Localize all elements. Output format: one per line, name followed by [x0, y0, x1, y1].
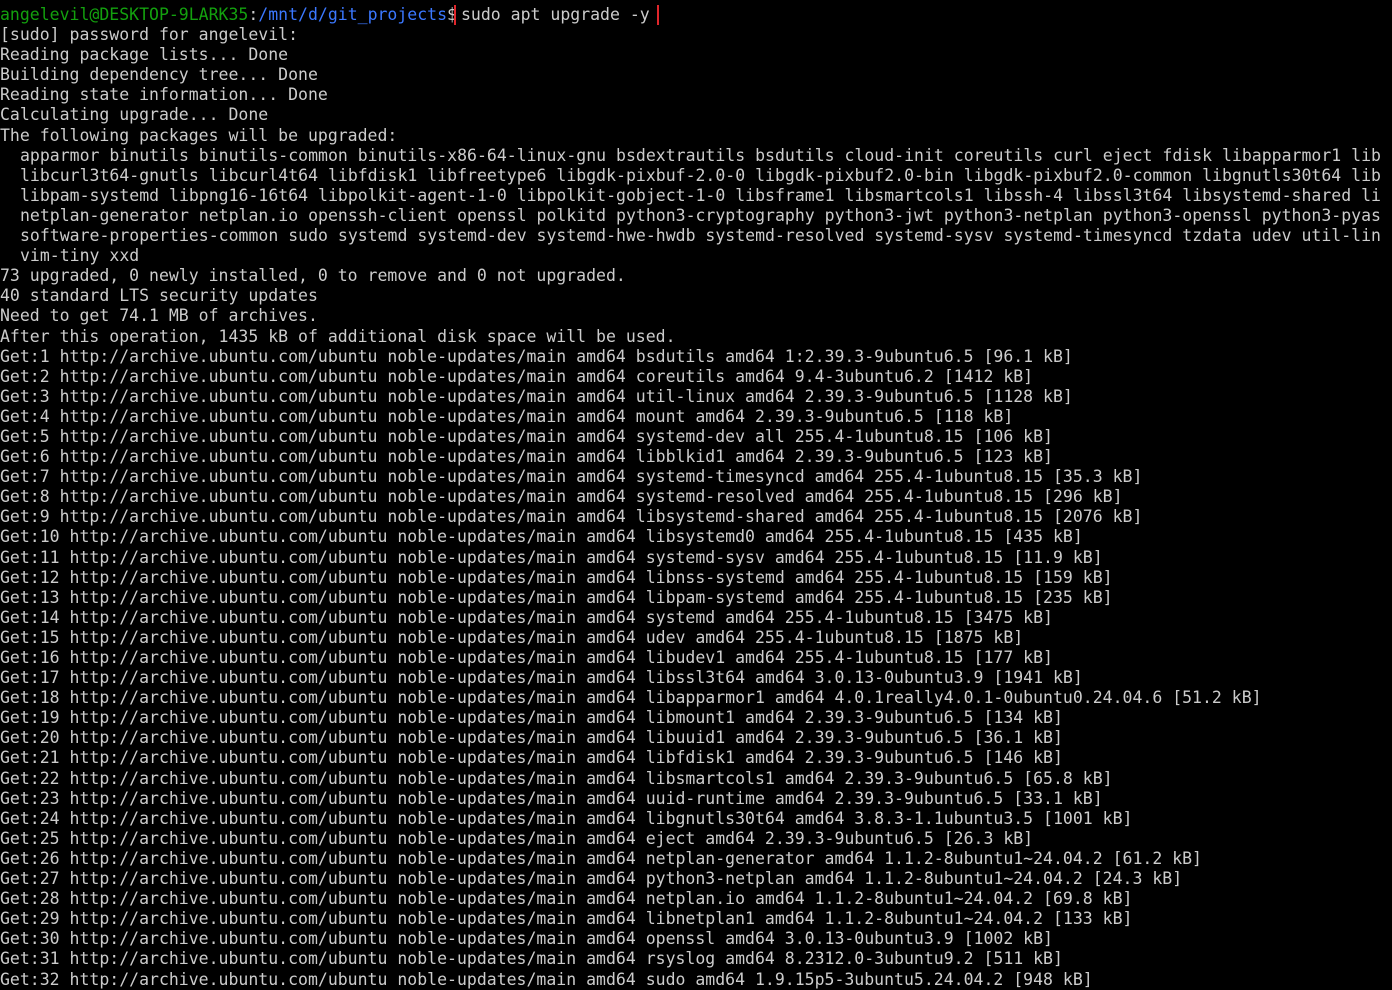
- get-line: Get:4 http://archive.ubuntu.com/ubuntu n…: [0, 406, 1014, 426]
- get-line: Get:25 http://archive.ubuntu.com/ubuntu …: [0, 828, 1034, 848]
- get-line: Get:17 http://archive.ubuntu.com/ubuntu …: [0, 668, 1083, 688]
- upgrade-summary: 73 upgraded, 0 newly installed, 0 to rem…: [0, 266, 1392, 346]
- get-line: Get:28 http://archive.ubuntu.com/ubuntu …: [0, 889, 1133, 909]
- get-line: Get:6 http://archive.ubuntu.com/ubuntu n…: [0, 447, 1053, 467]
- get-line: Get:20 http://archive.ubuntu.com/ubuntu …: [0, 728, 1063, 748]
- download-log: Get:1 http://archive.ubuntu.com/ubuntu n…: [0, 347, 1392, 990]
- get-line: Get:30 http://archive.ubuntu.com/ubuntu …: [0, 929, 1053, 949]
- output-line: Calculating upgrade... Done: [0, 105, 269, 125]
- prompt-dollar: $: [447, 5, 457, 24]
- get-line: Get:3 http://archive.ubuntu.com/ubuntu n…: [0, 386, 1073, 406]
- output-line: Reading state information... Done: [0, 85, 328, 105]
- output-line: Building dependency tree... Done: [0, 65, 318, 85]
- package-line: libcurl3t64-gnutls libcurl4t64 libfdisk1…: [20, 165, 1381, 185]
- output-line: Reading package lists... Done: [0, 45, 289, 65]
- get-line: Get:27 http://archive.ubuntu.com/ubuntu …: [0, 869, 1183, 889]
- get-line: Get:1 http://archive.ubuntu.com/ubuntu n…: [0, 346, 1073, 366]
- get-line: Get:10 http://archive.ubuntu.com/ubuntu …: [0, 527, 1083, 547]
- get-line: Get:9 http://archive.ubuntu.com/ubuntu n…: [0, 507, 1143, 527]
- summary-line: After this operation, 1435 kB of additio…: [0, 326, 676, 346]
- get-line: Get:19 http://archive.ubuntu.com/ubuntu …: [0, 708, 1063, 728]
- get-line: Get:32 http://archive.ubuntu.com/ubuntu …: [0, 969, 1093, 989]
- get-line: Get:31 http://archive.ubuntu.com/ubuntu …: [0, 949, 1063, 969]
- get-line: Get:24 http://archive.ubuntu.com/ubuntu …: [0, 808, 1133, 828]
- output-line: [sudo] password for angelevil:: [0, 25, 299, 45]
- prompt-colon: :: [248, 5, 259, 24]
- package-line: vim-tiny xxd: [20, 246, 140, 266]
- output-line: The following packages will be upgraded:: [0, 125, 398, 145]
- summary-line: 40 standard LTS security updates: [0, 286, 318, 306]
- package-line: libpam-systemd libpng16-16t64 libpolkit-…: [20, 185, 1381, 205]
- output-block: [sudo] password for angelevil: Reading pa…: [0, 25, 1392, 146]
- get-line: Get:22 http://archive.ubuntu.com/ubuntu …: [0, 768, 1113, 788]
- highlighted-command: sudo apt upgrade -y: [453, 5, 659, 26]
- get-line: Get:14 http://archive.ubuntu.com/ubuntu …: [0, 607, 1053, 627]
- get-line: Get:13 http://archive.ubuntu.com/ubuntu …: [0, 587, 1113, 607]
- get-line: Get:16 http://archive.ubuntu.com/ubuntu …: [0, 648, 1053, 667]
- package-line: netplan-generator netplan.io openssh-cli…: [20, 205, 1381, 225]
- get-line: Get:8 http://archive.ubuntu.com/ubuntu n…: [0, 487, 1123, 507]
- get-line: Get:21 http://archive.ubuntu.com/ubuntu …: [0, 748, 1063, 768]
- package-list: apparmor binutils binutils-common binuti…: [0, 146, 1392, 267]
- prompt-path: /mnt/d/git_projects: [258, 5, 448, 24]
- get-line: Get:29 http://archive.ubuntu.com/ubuntu …: [0, 909, 1133, 929]
- get-line: Get:7 http://archive.ubuntu.com/ubuntu n…: [0, 467, 1143, 487]
- get-line: Get:11 http://archive.ubuntu.com/ubuntu …: [0, 547, 1103, 567]
- get-line: Get:5 http://archive.ubuntu.com/ubuntu n…: [0, 426, 1053, 446]
- get-line: Get:18 http://archive.ubuntu.com/ubuntu …: [0, 688, 1262, 708]
- prompt-user-host: angelevil@DESKTOP-9LARK35: [0, 5, 249, 24]
- prompt-line: angelevil@DESKTOP-9LARK35:/mnt/d/git_pro…: [0, 5, 1392, 26]
- summary-line: 73 upgraded, 0 newly installed, 0 to rem…: [0, 266, 626, 286]
- get-line: Get:12 http://archive.ubuntu.com/ubuntu …: [0, 567, 1113, 587]
- get-line: Get:2 http://archive.ubuntu.com/ubuntu n…: [0, 366, 1034, 386]
- package-line: software-properties-common sudo systemd …: [20, 226, 1381, 246]
- summary-line: Need to get 74.1 MB of archives.: [0, 306, 318, 326]
- get-line: Get:23 http://archive.ubuntu.com/ubuntu …: [0, 788, 1103, 808]
- get-line: Get:26 http://archive.ubuntu.com/ubuntu …: [0, 848, 1202, 868]
- get-line: Get:15 http://archive.ubuntu.com/ubuntu …: [0, 627, 1024, 647]
- terminal-window[interactable]: angelevil@DESKTOP-9LARK35:/mnt/d/git_pro…: [0, 0, 1392, 990]
- package-line: apparmor binutils binutils-common binuti…: [20, 145, 1381, 165]
